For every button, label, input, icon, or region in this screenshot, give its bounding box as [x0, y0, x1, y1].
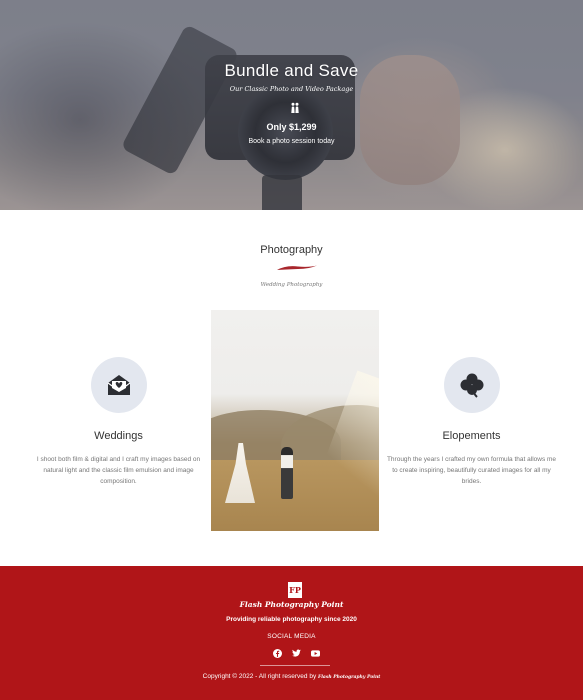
footer-brand: Flash Photography Point: [239, 600, 344, 609]
clover-icon: [460, 373, 483, 398]
footer-logo[interactable]: FP: [288, 582, 302, 598]
hero-banner: Bundle and Save Our Classic Photo and Vi…: [0, 0, 583, 210]
copyright-text: Copyright © 2022 - All right reserved by: [202, 673, 317, 680]
social-media-label: SOCIAL MEDIA: [267, 633, 316, 640]
hero-cta-text: Book a photo session today: [248, 138, 335, 145]
feature-title: Elopements: [442, 430, 501, 442]
envelope-heart-icon: [107, 375, 130, 395]
footer-copyright: Copyright © 2022 - All right reserved by…: [0, 673, 583, 680]
wedding-couple-photo: [211, 310, 379, 531]
feature-weddings: Weddings I shoot both film & digital and…: [31, 357, 206, 487]
youtube-icon[interactable]: [310, 648, 320, 658]
social-links: [272, 648, 320, 658]
footer-tagline: Providing reliable photography since 202…: [226, 616, 357, 623]
feature-title: Weddings: [94, 430, 143, 442]
footer-divider: [260, 665, 330, 666]
feature-icon-circle: [90, 357, 147, 413]
section-title: Photography: [260, 244, 323, 256]
facebook-icon[interactable]: [272, 648, 282, 658]
feature-description: Through the years I crafted my own formu…: [386, 456, 557, 485]
photo-groom: [281, 447, 293, 499]
footer: FP Flash Photography Point Providing rel…: [0, 566, 583, 700]
brush-divider-icon: [277, 265, 317, 270]
copyright-brand: Flash Photography Point: [318, 675, 381, 680]
section-subtitle: Wedding Photography: [260, 282, 323, 288]
twitter-icon[interactable]: [291, 648, 301, 658]
hero-price: Only $1,299: [266, 122, 317, 132]
footer-logo-text: FP: [289, 585, 301, 595]
feature-description: I shoot both film & digital and I craft …: [36, 456, 201, 485]
couple-icon: [291, 102, 299, 113]
hero-subtitle: Our Classic Photo and Video Package: [229, 85, 354, 93]
feature-icon-circle: [443, 357, 500, 413]
feature-elopements: Elopements Through the years I crafted m…: [384, 357, 559, 487]
hero-title: Bundle and Save: [224, 61, 359, 80]
